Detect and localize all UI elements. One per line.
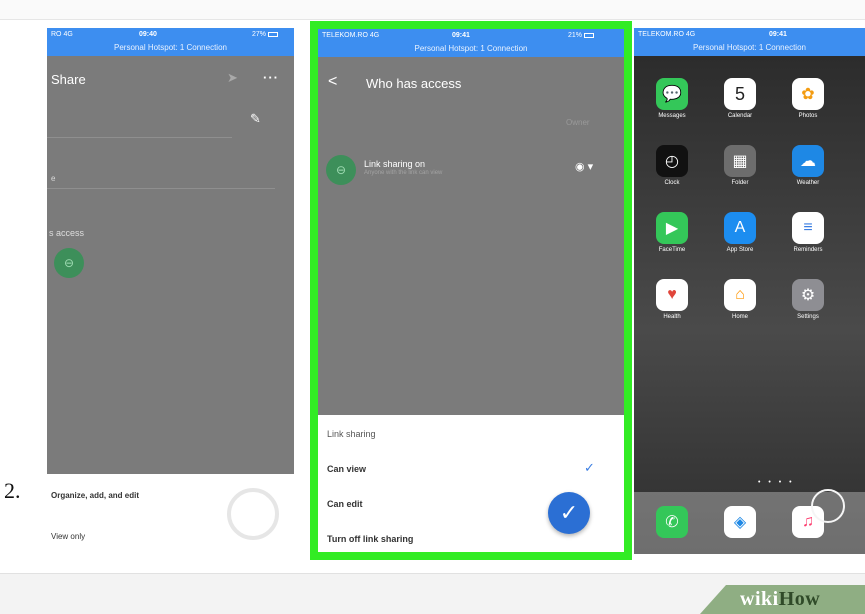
app-home[interactable]: ⌂ Home [715, 279, 765, 320]
app-label: Reminders [793, 247, 823, 253]
time-label: 09:41 [452, 32, 470, 39]
turn-off-link-sharing-option[interactable]: Turn off link sharing [327, 534, 413, 544]
can-edit-option[interactable]: Can edit [327, 499, 363, 509]
app-facetime[interactable]: ▶ FaceTime [647, 212, 697, 253]
photos-icon: ✿ [792, 78, 824, 110]
top-strip [0, 0, 865, 20]
organize-option[interactable]: Organize, add, and edit [51, 491, 139, 500]
send-icon[interactable]: ➤ [227, 70, 238, 86]
page-indicator: • • • • [758, 479, 795, 486]
app-settings[interactable]: ⚙ Settings [783, 279, 833, 320]
time-label: 09:41 [769, 31, 787, 38]
app-messages[interactable]: 💬 Messages [647, 78, 697, 119]
touch-indicator [227, 488, 279, 540]
battery-icon [584, 32, 595, 38]
status-bar: TELEKOM.RO 4G 09:41 Personal Hotspot: 1 … [634, 28, 865, 56]
link-sharing-status[interactable]: Link sharing on [364, 159, 425, 169]
weather-icon: ☁ [792, 145, 824, 177]
hotspot-label: Personal Hotspot: 1 Connection [414, 44, 528, 53]
app-calendar[interactable]: 5 Calendar [715, 78, 765, 119]
app-health[interactable]: ♥ Health [647, 279, 697, 320]
app-folder[interactable]: ▦ Folder [715, 145, 765, 186]
carrier-label: TELEKOM.RO 4G [638, 31, 696, 38]
home-icon: ⌂ [724, 279, 756, 311]
status-bar: RO 4G 09:40 27% Personal Hotspot: 1 Conn… [47, 28, 294, 56]
app-label: App Store [726, 247, 754, 253]
hotspot-label: Personal Hotspot: 1 Connection [693, 43, 806, 52]
right-phone-screen: TELEKOM.RO 4G 09:41 Personal Hotspot: 1 … [634, 28, 865, 554]
battery-label: 21% [568, 32, 595, 39]
phone-icon[interactable]: ✆ [656, 506, 688, 538]
view-only-option[interactable]: View only [51, 532, 85, 541]
assistive-touch-button[interactable] [811, 489, 845, 523]
check-icon: ✓ [584, 460, 595, 475]
app-store-icon: A [724, 212, 756, 244]
status-bar: TELEKOM.RO 4G 09:41 21% Personal Hotspot… [318, 29, 624, 57]
app-label: Folder [731, 180, 749, 186]
app-weather[interactable]: ☁ Weather [783, 145, 833, 186]
settings-icon: ⚙ [792, 279, 824, 311]
who-has-access-label[interactable]: s access [49, 228, 84, 238]
page-title: Who has access [366, 76, 462, 91]
safari-icon[interactable]: ◈ [724, 506, 756, 538]
dimmed-access-screen [318, 57, 624, 415]
battery-label: 27% [252, 31, 279, 38]
app-label: Clock [664, 180, 680, 186]
link-sharing-subtitle: Anyone with the link can view [364, 170, 443, 176]
link-icon[interactable]: ⊖ [54, 248, 84, 278]
messages-icon: 💬 [656, 78, 688, 110]
more-options-icon[interactable]: ··· [263, 70, 279, 85]
step-number: 2. [4, 478, 21, 503]
carrier-label: RO 4G [51, 31, 73, 38]
app-label: Settings [797, 314, 819, 320]
app-label: Photos [798, 113, 818, 119]
carrier-label: TELEKOM.RO 4G [322, 32, 380, 39]
app-app-store[interactable]: A App Store [715, 212, 765, 253]
facetime-icon: ▶ [656, 212, 688, 244]
link-icon[interactable]: ⊖ [326, 155, 356, 185]
clock-icon: ◴ [656, 145, 688, 177]
app-label: Health [663, 314, 681, 320]
edit-pencil-icon[interactable]: ✎ [250, 111, 261, 127]
watermark-logo: wikiHow [740, 588, 821, 610]
reminders-icon: ≡ [792, 212, 824, 244]
app-label: Weather [796, 180, 820, 186]
middle-phone-screen: TELEKOM.RO 4G 09:41 21% Personal Hotspot… [318, 29, 624, 552]
health-icon: ♥ [656, 279, 688, 311]
sheet-header: Link sharing [327, 429, 376, 439]
eye-dropdown-icon[interactable]: ◉ ▾ [575, 160, 593, 173]
folder-icon: ▦ [724, 145, 756, 177]
can-view-option[interactable]: Can view [327, 464, 366, 474]
divider [47, 137, 232, 138]
share-title: Share [51, 72, 86, 87]
app-label: Calendar [727, 113, 753, 119]
app-clock[interactable]: ◴ Clock [647, 145, 697, 186]
battery-icon [268, 31, 279, 37]
app-photos[interactable]: ✿ Photos [783, 78, 833, 119]
app-reminders[interactable]: ≡ Reminders [783, 212, 833, 253]
app-label: Home [731, 314, 748, 320]
hotspot-label: Personal Hotspot: 1 Connection [114, 43, 227, 52]
divider [47, 188, 275, 189]
people-field[interactable]: e [51, 174, 55, 183]
app-label: FaceTime [658, 247, 686, 253]
confirm-check-button[interactable]: ✓ [548, 492, 590, 534]
left-phone-screen: RO 4G 09:40 27% Personal Hotspot: 1 Conn… [47, 28, 294, 556]
app-label: Messages [658, 113, 686, 119]
time-label: 09:40 [139, 31, 157, 38]
back-icon[interactable]: < [328, 73, 337, 91]
calendar-icon: 5 [724, 78, 756, 110]
owner-label: Owner [566, 118, 590, 127]
